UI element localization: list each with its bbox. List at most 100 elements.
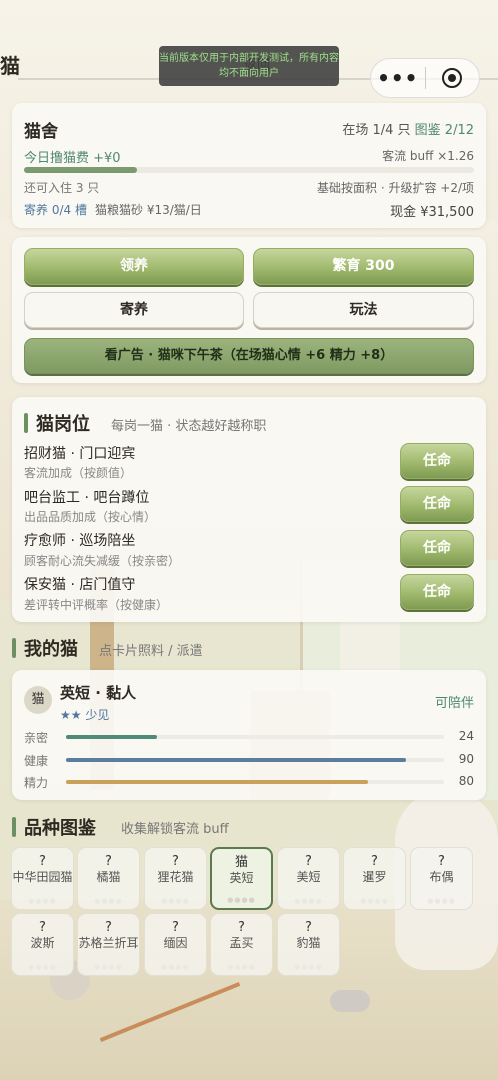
breed-name: 狸花猫 [157, 870, 194, 884]
stat-bar [66, 780, 444, 784]
breed-progress-dots: ●●●● [360, 897, 389, 905]
adopt-button[interactable]: 领养 [24, 248, 244, 285]
breed-tile[interactable]: ? 中华田园猫 ●●●● [11, 847, 74, 910]
breed-name: 孟买 [229, 936, 254, 950]
appoint-button[interactable]: 任命 [400, 486, 474, 522]
job-name: 疗愈师 · 巡场陪坐 [24, 533, 136, 549]
jobs-title: 猫岗位 [36, 414, 90, 435]
section-accent-bar [12, 638, 16, 658]
breed-tile[interactable]: ? 缅因 ●●●● [144, 913, 207, 976]
shelter-summary-card: 猫舍 在场 1/4 只 图鉴 2/12 今日撸猫费 +¥0 客流 buff ×1… [12, 103, 486, 228]
breed-name: 缅因 [163, 936, 188, 950]
my-cats-title: 我的猫 [24, 639, 78, 660]
income-progress-fill [24, 167, 137, 173]
stat-value: 90 [458, 752, 474, 766]
cash-balance: 现金 ¥31,500 [390, 205, 474, 220]
job-description: 出品品质加成（按心情） [24, 510, 157, 524]
stat-bar [66, 735, 444, 739]
job-description: 顾客耐心流失减缓（按亲密） [24, 554, 181, 568]
breed-progress-dots: ●●●● [161, 897, 190, 905]
jobs-subtitle: 每岗一猫 · 状态越好越称职 [111, 419, 267, 434]
codex-subtitle: 收集解锁客流 buff [121, 822, 229, 837]
breed-name: 橘猫 [96, 870, 121, 884]
breed-tile[interactable]: ? 苏格兰折耳 ●●●● [77, 913, 140, 976]
more-menu-button[interactable]: ••• [371, 60, 425, 96]
breed-name: 布偶 [429, 870, 454, 884]
cat-status-badge: 可陪伴 [434, 696, 474, 711]
breed-mark: ? [39, 920, 46, 935]
cat-card[interactable]: 猫 英短 · 黏人 ★★ 少见 可陪伴 亲密 24 健康 90 精力 80 [12, 670, 486, 800]
breed-progress-dots: ●●●● [28, 963, 57, 971]
breed-name: 中华田园猫 [12, 870, 73, 884]
actions-card: 领养 繁育 300 寄养 玩法 看广告 · 猫咪下午茶（在场猫心情 +6 精力 … [12, 237, 486, 383]
breed-name: 英短 [229, 871, 254, 885]
cat-name: 英短 · 黏人 [60, 684, 137, 702]
breed-mark: ? [371, 854, 378, 869]
stat-bar [66, 758, 444, 762]
breed-progress-dots: ●●●● [227, 963, 256, 971]
appoint-button[interactable]: 任命 [400, 530, 474, 566]
breed-mark: ? [172, 854, 179, 869]
section-accent-bar [12, 817, 16, 837]
stat-label: 亲密 [24, 731, 49, 745]
traffic-buff: 客流 buff ×1.26 [382, 149, 474, 163]
breed-tile[interactable]: ? 豹猫 ●●●● [277, 913, 340, 976]
income-progress-bar [24, 167, 474, 173]
breed-tile[interactable]: ? 美短 ●●●● [277, 847, 340, 910]
breed-mark: ? [238, 920, 245, 935]
breed-progress-dots: ●●●● [427, 897, 456, 905]
breed-tile[interactable]: 猫英短 ●●●● [210, 847, 273, 910]
job-description: 差评转中评概率（按健康） [24, 598, 169, 612]
shelter-title: 猫舍 [24, 122, 58, 142]
cat-rarity: ★★ 少见 [60, 708, 110, 722]
close-mini-program-button[interactable] [425, 68, 479, 88]
codex-title: 品种图鉴 [24, 818, 96, 839]
appoint-button[interactable]: 任命 [400, 443, 474, 479]
breed-tile[interactable]: ? 布偶 ●●●● [410, 847, 473, 910]
breed-name: 豹猫 [296, 936, 321, 950]
target-close-icon [442, 68, 463, 88]
my-cats-subtitle: 点卡片照料 / 派遣 [99, 644, 203, 659]
breed-name: 波斯 [30, 936, 55, 950]
job-name: 保安猫 · 店门值守 [24, 577, 136, 593]
my-cats-header: 我的猫 点卡片照料 / 派遣 [12, 630, 486, 666]
today-income: 今日撸猫费 +¥0 [24, 151, 121, 166]
food-cost: 猫粮猫砂 ¥13/猫/日 [95, 203, 202, 217]
breed-mark: ? [305, 920, 312, 935]
job-description: 客流加成（按颜值） [24, 466, 133, 480]
breed-button[interactable]: 繁育 300 [253, 248, 474, 285]
watch-ad-tea-button[interactable]: 看广告 · 猫咪下午茶（在场猫心情 +6 精力 +8） [24, 338, 474, 374]
cat-avatar: 猫 [24, 686, 52, 714]
stat-label: 精力 [24, 776, 49, 790]
breed-progress-dots: ●●●● [294, 897, 323, 905]
breed-tile[interactable]: ? 狸花猫 ●●●● [144, 847, 207, 910]
breed-tile[interactable]: ? 波斯 ●●●● [11, 913, 74, 976]
cat-jobs-card: 猫岗位 每岗一猫 · 状态越好越称职 招财猫 · 门口迎宾 客流加成（按颜值） … [12, 397, 486, 622]
breed-tile[interactable]: ? 暹罗 ●●●● [343, 847, 406, 910]
codex-count-link[interactable]: 图鉴 2/12 [415, 123, 474, 138]
breed-progress-dots: ●●●● [294, 963, 323, 971]
dev-test-toast: 当前版本仅用于内部开发测试，所有内容均不面向用户 [159, 46, 339, 86]
appoint-button[interactable]: 任命 [400, 574, 474, 610]
shelter-counts: 在场 1/4 只 图鉴 2/12 [342, 119, 474, 138]
toy-mouse [330, 990, 370, 1012]
stat-value: 24 [458, 729, 474, 743]
breed-tile[interactable]: ? 孟买 ●●●● [210, 913, 273, 976]
breed-mark: ? [105, 854, 112, 869]
breed-mark: ? [172, 920, 179, 935]
breed-mark: 猫 [234, 855, 248, 870]
stat-fill [66, 758, 407, 762]
mini-program-capsule: ••• [370, 58, 480, 98]
breed-progress-dots: ●●●● [28, 897, 57, 905]
breed-progress-dots: ●●●● [161, 963, 190, 971]
job-name: 招财猫 · 门口迎宾 [24, 446, 136, 462]
breed-tile[interactable]: ? 橘猫 ●●●● [77, 847, 140, 910]
breed-name: 苏格兰折耳 [78, 936, 139, 950]
breed-mark: ? [438, 854, 445, 869]
breed-progress-dots: ●●●● [94, 963, 123, 971]
upgrade-info: 基础按面积 · 升级扩容 +2/项 [317, 181, 474, 195]
stat-fill [66, 780, 369, 784]
gameplay-button[interactable]: 玩法 [253, 292, 474, 328]
page-title: 猫 [0, 54, 20, 78]
foster-button[interactable]: 寄养 [24, 292, 244, 328]
